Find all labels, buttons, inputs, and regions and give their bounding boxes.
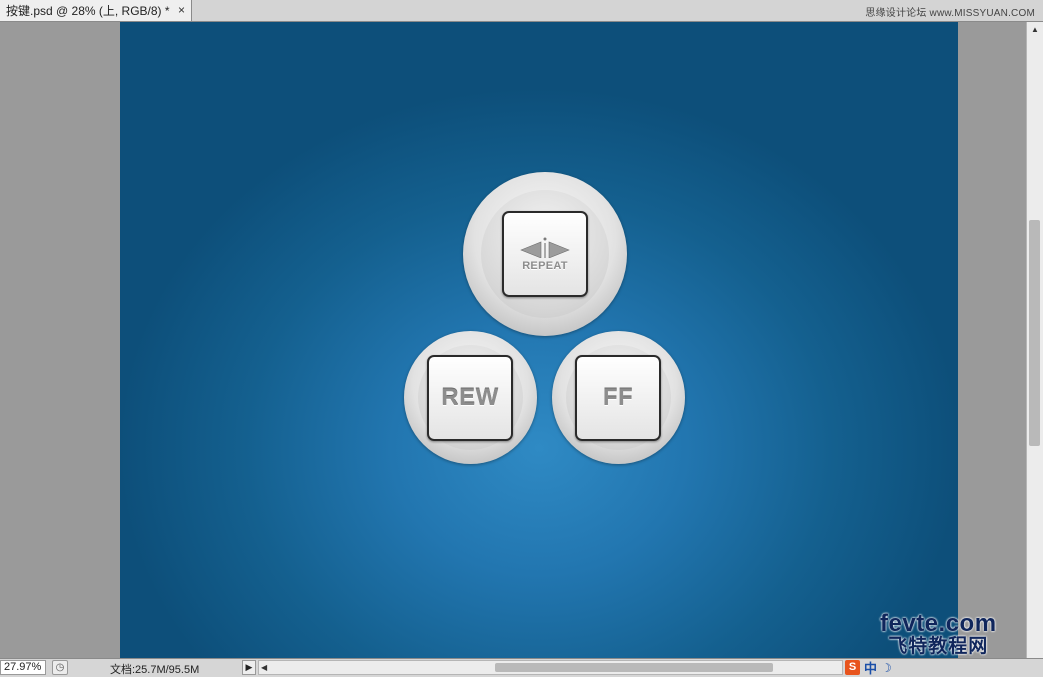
sogou-ime-icon[interactable]: S (845, 660, 860, 675)
horizontal-scrollbar[interactable]: ◀ (258, 660, 843, 675)
repeat-arrows-icon (520, 237, 570, 258)
zoom-field[interactable]: 27.97% (0, 660, 46, 675)
canvas-workspace: REPEAT REW FF (0, 22, 1026, 658)
site-logo-en: fevte.com (880, 610, 997, 637)
rew-button[interactable]: REW (427, 355, 513, 441)
rew-button-label: REW (441, 384, 499, 411)
close-icon[interactable]: × (178, 3, 185, 17)
vertical-scroll-thumb[interactable] (1029, 220, 1040, 446)
scroll-up-icon[interactable]: ▲ (1027, 22, 1043, 38)
scroll-left-icon[interactable]: ◀ (261, 661, 267, 674)
watermark: 思缘设计论坛 www.MISSYUAN.COM (865, 8, 1035, 19)
document-tab-title: 按键.psd @ 28% (上, RGB/8) * (6, 4, 170, 18)
ff-button-label: FF (602, 384, 634, 411)
document-size-info: 文档:25.7M/95.5M (110, 664, 200, 676)
ime-mode-icon[interactable]: ☽ (881, 661, 892, 675)
site-logo-cn: 飞特教程网 (888, 636, 989, 657)
site-logo: fevte.com 飞特教程网 (880, 610, 997, 657)
repeat-button[interactable]: REPEAT (502, 211, 588, 297)
ff-button[interactable]: FF (575, 355, 661, 441)
ime-toolbar: S 中 ☽ (845, 659, 892, 676)
horizontal-scroll-thumb[interactable] (495, 663, 773, 672)
ff-button-ring: FF (552, 331, 685, 464)
rew-button-ring: REW (404, 331, 537, 464)
repeat-button-label: REPEAT (522, 260, 568, 272)
status-clock-icon[interactable]: ◷ (52, 660, 68, 675)
document-tab[interactable]: 按键.psd @ 28% (上, RGB/8) * × (0, 0, 192, 21)
document-tab-bar: 按键.psd @ 28% (上, RGB/8) * × 思缘设计论坛 www.M… (0, 0, 1043, 22)
repeat-button-ring: REPEAT (463, 172, 627, 336)
status-bar: 27.97% ◷ 文档:25.7M/95.5M ▶ ◀ S 中 ☽ (0, 658, 1043, 677)
ime-language-toggle[interactable]: 中 (864, 658, 877, 677)
vertical-scrollbar[interactable]: ▲ (1026, 22, 1043, 658)
document-canvas[interactable]: REPEAT REW FF (120, 22, 958, 658)
status-menu-arrow-icon[interactable]: ▶ (242, 660, 256, 675)
